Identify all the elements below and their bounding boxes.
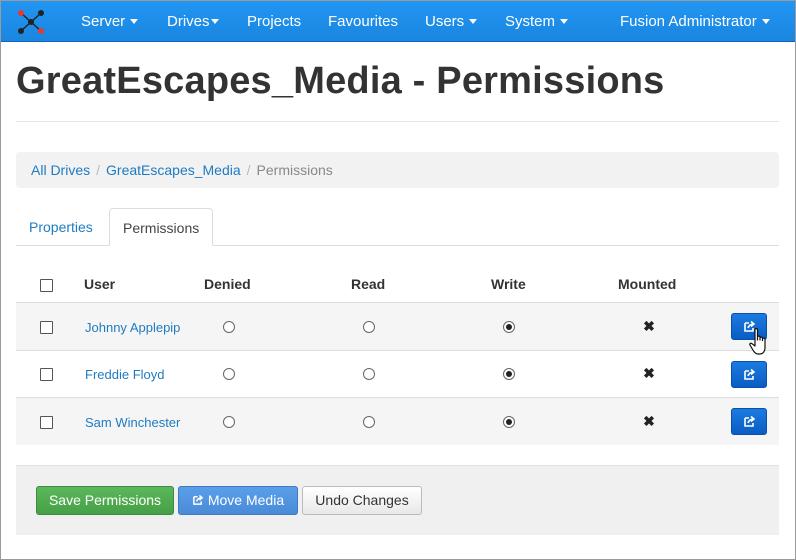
- nav-user-menu-label: Fusion Administrator: [620, 13, 757, 30]
- network-logo-icon[interactable]: [16, 8, 46, 36]
- nav-favourites[interactable]: Favourites: [328, 1, 398, 42]
- breadcrumb-all-drives[interactable]: All Drives: [31, 162, 90, 178]
- denied-radio[interactable]: [223, 416, 235, 428]
- not-mounted-x-icon: ✖: [643, 413, 655, 429]
- nav-drives-label: Drives: [167, 13, 210, 30]
- denied-radio[interactable]: [223, 368, 235, 380]
- nav-drives[interactable]: Drives: [167, 1, 219, 42]
- breadcrumb-drive[interactable]: GreatEscapes_Media: [106, 162, 241, 178]
- column-header-mounted: Mounted: [618, 276, 677, 292]
- breadcrumb-separator: /: [246, 162, 251, 178]
- chevron-down-icon: [210, 18, 219, 24]
- denied-radio[interactable]: [223, 321, 235, 333]
- page-title: GreatEscapes_Media - Permissions: [16, 60, 665, 102]
- user-link[interactable]: Sam Winchester: [85, 415, 180, 430]
- column-header-write: Write: [491, 276, 526, 292]
- chevron-down-icon: [130, 18, 139, 24]
- nav-system-label: System: [505, 13, 556, 30]
- share-button[interactable]: [731, 361, 767, 388]
- select-all-checkbox[interactable]: [40, 279, 53, 292]
- share-icon: [744, 415, 756, 427]
- save-permissions-button[interactable]: Save Permissions: [36, 486, 174, 515]
- share-icon: [744, 368, 756, 380]
- breadcrumb-separator: /: [96, 162, 101, 178]
- share-icon: [192, 494, 204, 505]
- row-checkbox[interactable]: [40, 321, 53, 334]
- column-header-denied: Denied: [204, 276, 251, 292]
- nav-server[interactable]: Server: [81, 1, 139, 42]
- nav-users[interactable]: Users: [425, 1, 478, 42]
- share-button[interactable]: [731, 408, 767, 435]
- undo-changes-button[interactable]: Undo Changes: [302, 486, 422, 515]
- write-radio[interactable]: [503, 368, 515, 380]
- breadcrumb-current: Permissions: [256, 162, 333, 178]
- top-navbar: Server Drives Projects Favourites Users …: [1, 1, 795, 42]
- read-radio[interactable]: [363, 321, 375, 333]
- nav-projects[interactable]: Projects: [247, 1, 301, 42]
- breadcrumb: All Drives / GreatEscapes_Media / Permission…: [16, 152, 779, 188]
- not-mounted-x-icon: ✖: [643, 318, 655, 334]
- hand-cursor-icon: [749, 328, 766, 355]
- tab-permissions[interactable]: Permissions: [109, 208, 214, 246]
- title-divider: [16, 121, 779, 122]
- chevron-down-icon: [761, 18, 770, 24]
- row-checkbox[interactable]: [40, 416, 53, 429]
- nav-server-label: Server: [81, 13, 126, 30]
- read-radio[interactable]: [363, 416, 375, 428]
- row-checkbox[interactable]: [40, 368, 53, 381]
- chevron-down-icon: [469, 18, 478, 24]
- tab-properties[interactable]: Properties: [16, 208, 106, 246]
- nav-users-label: Users: [425, 13, 465, 30]
- column-header-read: Read: [351, 276, 386, 292]
- move-media-button[interactable]: Move Media: [178, 486, 298, 515]
- user-link[interactable]: Johnny Applepip: [85, 320, 180, 335]
- move-media-label: Move Media: [207, 492, 285, 508]
- chevron-down-icon: [560, 18, 569, 24]
- nav-system[interactable]: System: [505, 1, 569, 42]
- row-divider: [16, 350, 779, 351]
- write-radio[interactable]: [503, 416, 515, 428]
- column-header-user: User: [84, 276, 116, 292]
- write-radio[interactable]: [503, 321, 515, 333]
- user-link[interactable]: Freddie Floyd: [85, 367, 164, 382]
- not-mounted-x-icon: ✖: [643, 365, 655, 381]
- read-radio[interactable]: [363, 368, 375, 380]
- nav-user-menu[interactable]: Fusion Administrator: [620, 1, 770, 42]
